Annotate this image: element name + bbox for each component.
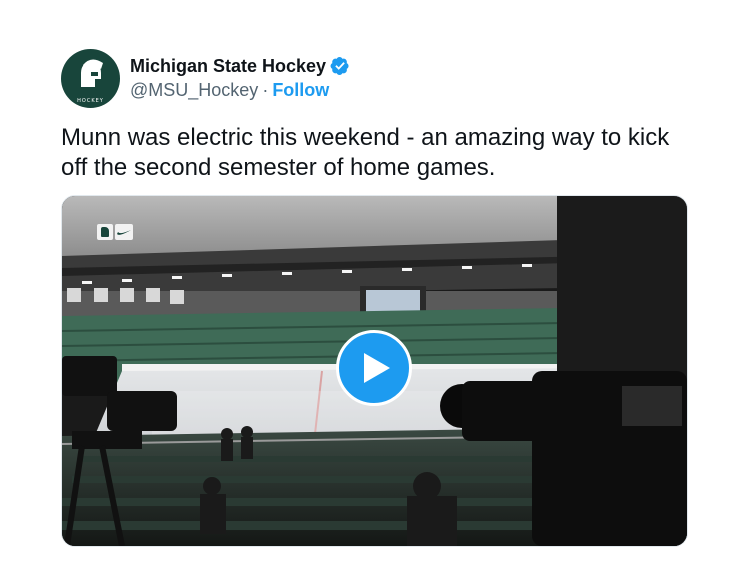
brand-badge xyxy=(97,223,137,241)
play-button[interactable] xyxy=(336,330,412,406)
tweet-text: Munn was electric this weekend - an amaz… xyxy=(61,123,701,183)
tweet-card: HOCKEY Michigan State Hockey @MSU_Hockey… xyxy=(0,0,750,586)
video-player[interactable] xyxy=(61,195,688,547)
nike-swoosh-icon xyxy=(115,224,133,240)
play-icon xyxy=(364,353,390,383)
spartan-logo-icon xyxy=(97,224,113,240)
tweet-header: HOCKEY Michigan State Hockey @MSU_Hockey… xyxy=(61,47,350,109)
tweet-text-line-1: Munn was electric this weekend - an amaz… xyxy=(61,124,670,151)
handle-row: @MSU_Hockey · Follow xyxy=(130,80,350,101)
author-names: Michigan State Hockey @MSU_Hockey · Foll… xyxy=(130,56,350,101)
avatar[interactable]: HOCKEY xyxy=(61,48,120,108)
author-handle[interactable]: @MSU_Hockey xyxy=(130,80,258,101)
spartan-helmet-icon: HOCKEY xyxy=(77,58,104,104)
follow-button[interactable]: Follow xyxy=(272,80,329,101)
separator-dot: · xyxy=(262,79,269,100)
verified-badge-icon xyxy=(330,57,349,75)
avatar-text: HOCKEY xyxy=(77,98,104,104)
display-name[interactable]: Michigan State Hockey xyxy=(130,56,326,77)
tweet-text-line-2: off the second semester of home games. xyxy=(61,154,496,181)
name-row: Michigan State Hockey xyxy=(130,56,350,77)
